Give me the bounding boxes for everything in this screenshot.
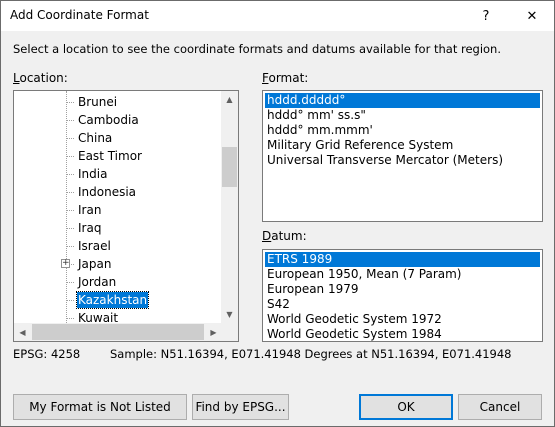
datum-label: Datum: (262, 229, 307, 243)
tree-item[interactable]: Indonesia (14, 183, 222, 201)
location-horizontal-scrollbar[interactable]: ◀ ▶ (14, 323, 222, 341)
tree-item[interactable]: Kuwait (14, 309, 222, 323)
tree-branch-line (66, 210, 74, 211)
format-list-item[interactable]: hddd.ddddd° (265, 93, 540, 108)
tree-item-label: Brunei (78, 95, 118, 109)
window-title: Add Coordinate Format (10, 8, 149, 22)
scroll-up-icon[interactable]: ▲ (221, 91, 238, 108)
tree-item[interactable]: China (14, 129, 222, 147)
tree-branch-line (66, 138, 74, 139)
format-list-item[interactable]: Universal Transverse Mercator (Meters) (265, 153, 505, 168)
tree-item-label: Kuwait (78, 311, 119, 323)
help-button[interactable]: ? (464, 1, 508, 31)
title-bar: Add Coordinate Format ? ✕ (1, 1, 554, 31)
datum-list-item[interactable]: ETRS 1989 (265, 252, 540, 267)
format-list-item[interactable]: hddd° mm.mmm' (265, 123, 375, 138)
location-tree[interactable]: Brunei Cambodia China East Timor India Indone… (13, 90, 239, 342)
format-list[interactable]: hddd.ddddd° hddd° mm' ss.s" hddd° mm.mmm' M… (262, 90, 543, 222)
tree-item[interactable]: Israel (14, 237, 222, 255)
tree-item-label: East Timor (78, 149, 142, 163)
tree-item[interactable]: Iran (14, 201, 222, 219)
horizontal-scroll-thumb[interactable] (32, 324, 204, 340)
tree-branch-line (66, 174, 74, 175)
tree-branch-line (66, 300, 74, 301)
format-list-item[interactable]: Military Grid Reference System (265, 138, 455, 153)
format-not-listed-button[interactable]: My Format is Not Listed (13, 394, 187, 420)
tree-item[interactable]: Brunei (14, 93, 222, 111)
expand-plus-icon[interactable]: + (61, 259, 70, 268)
tree-item-label: Japan (78, 257, 112, 271)
tree-item-label: Indonesia (78, 185, 137, 199)
scrollbar-corner (221, 323, 238, 341)
location-label: Location: (13, 71, 68, 85)
cancel-button[interactable]: Cancel (458, 394, 542, 420)
tree-branch-line (66, 282, 74, 283)
datum-list-item[interactable]: European 1950, Mean (7 Param) (265, 267, 464, 282)
tree-item-label: Cambodia (78, 113, 139, 127)
datum-list[interactable]: ETRS 1989 European 1950, Mean (7 Param) Eu… (262, 249, 543, 342)
tree-branch-line (66, 120, 74, 121)
datum-list-item[interactable]: European 1979 (265, 282, 361, 297)
tree-branch-line (66, 318, 74, 319)
tree-branch-line (66, 246, 74, 247)
ok-button[interactable]: OK (359, 394, 453, 420)
tree-item-label: Israel (78, 239, 111, 253)
format-list-item[interactable]: hddd° mm' ss.s" (265, 108, 368, 123)
find-by-epsg-button[interactable]: Find by EPSG... (192, 394, 289, 420)
scroll-left-icon[interactable]: ◀ (14, 323, 31, 341)
tree-branch-line (66, 156, 74, 157)
tree-item-label: Iran (78, 203, 102, 217)
epsg-code: EPSG: 4258 (13, 347, 81, 361)
tree-item[interactable]: Kazakhstan (14, 291, 222, 309)
tree-item[interactable]: Jordan (14, 273, 222, 291)
vertical-scroll-thumb[interactable] (222, 147, 237, 187)
help-icon: ? (482, 8, 490, 24)
tree-branch-line (66, 102, 74, 103)
scroll-down-icon[interactable]: ▼ (221, 306, 238, 323)
datum-list-item[interactable]: S42 (265, 297, 292, 312)
tree-item-label: India (78, 167, 108, 181)
sample-coordinate: Sample: N51.16394, E071.41948 Degrees at… (110, 347, 512, 361)
tree-branch-line (66, 228, 74, 229)
tree-item-label: Iraq (78, 221, 102, 235)
location-tree-viewport: Brunei Cambodia China East Timor India Indone… (14, 91, 222, 323)
instruction-text: Select a location to see the coordinate … (13, 42, 502, 56)
format-label: Format: (262, 71, 309, 85)
close-icon: ✕ (526, 8, 538, 24)
tree-branch-line (66, 192, 74, 193)
tree-item-label: Jordan (78, 275, 117, 289)
tree-item[interactable]: India (14, 165, 222, 183)
datum-list-item[interactable]: World Geodetic System 1984 (265, 327, 444, 341)
add-coordinate-format-dialog: Add Coordinate Format ? ✕ Select a locat… (0, 0, 555, 427)
tree-item[interactable]: Iraq (14, 219, 222, 237)
tree-item[interactable]: East Timor (14, 147, 222, 165)
tree-item-label: Kazakhstan (75, 291, 150, 309)
close-button[interactable]: ✕ (510, 1, 554, 31)
tree-item-label: China (78, 131, 113, 145)
tree-item[interactable]: Cambodia (14, 111, 222, 129)
location-vertical-scrollbar[interactable]: ▲ ▼ (221, 91, 238, 323)
scroll-right-icon[interactable]: ▶ (205, 323, 222, 341)
tree-item[interactable]: + Japan (14, 255, 222, 273)
datum-list-item[interactable]: World Geodetic System 1972 (265, 312, 444, 327)
